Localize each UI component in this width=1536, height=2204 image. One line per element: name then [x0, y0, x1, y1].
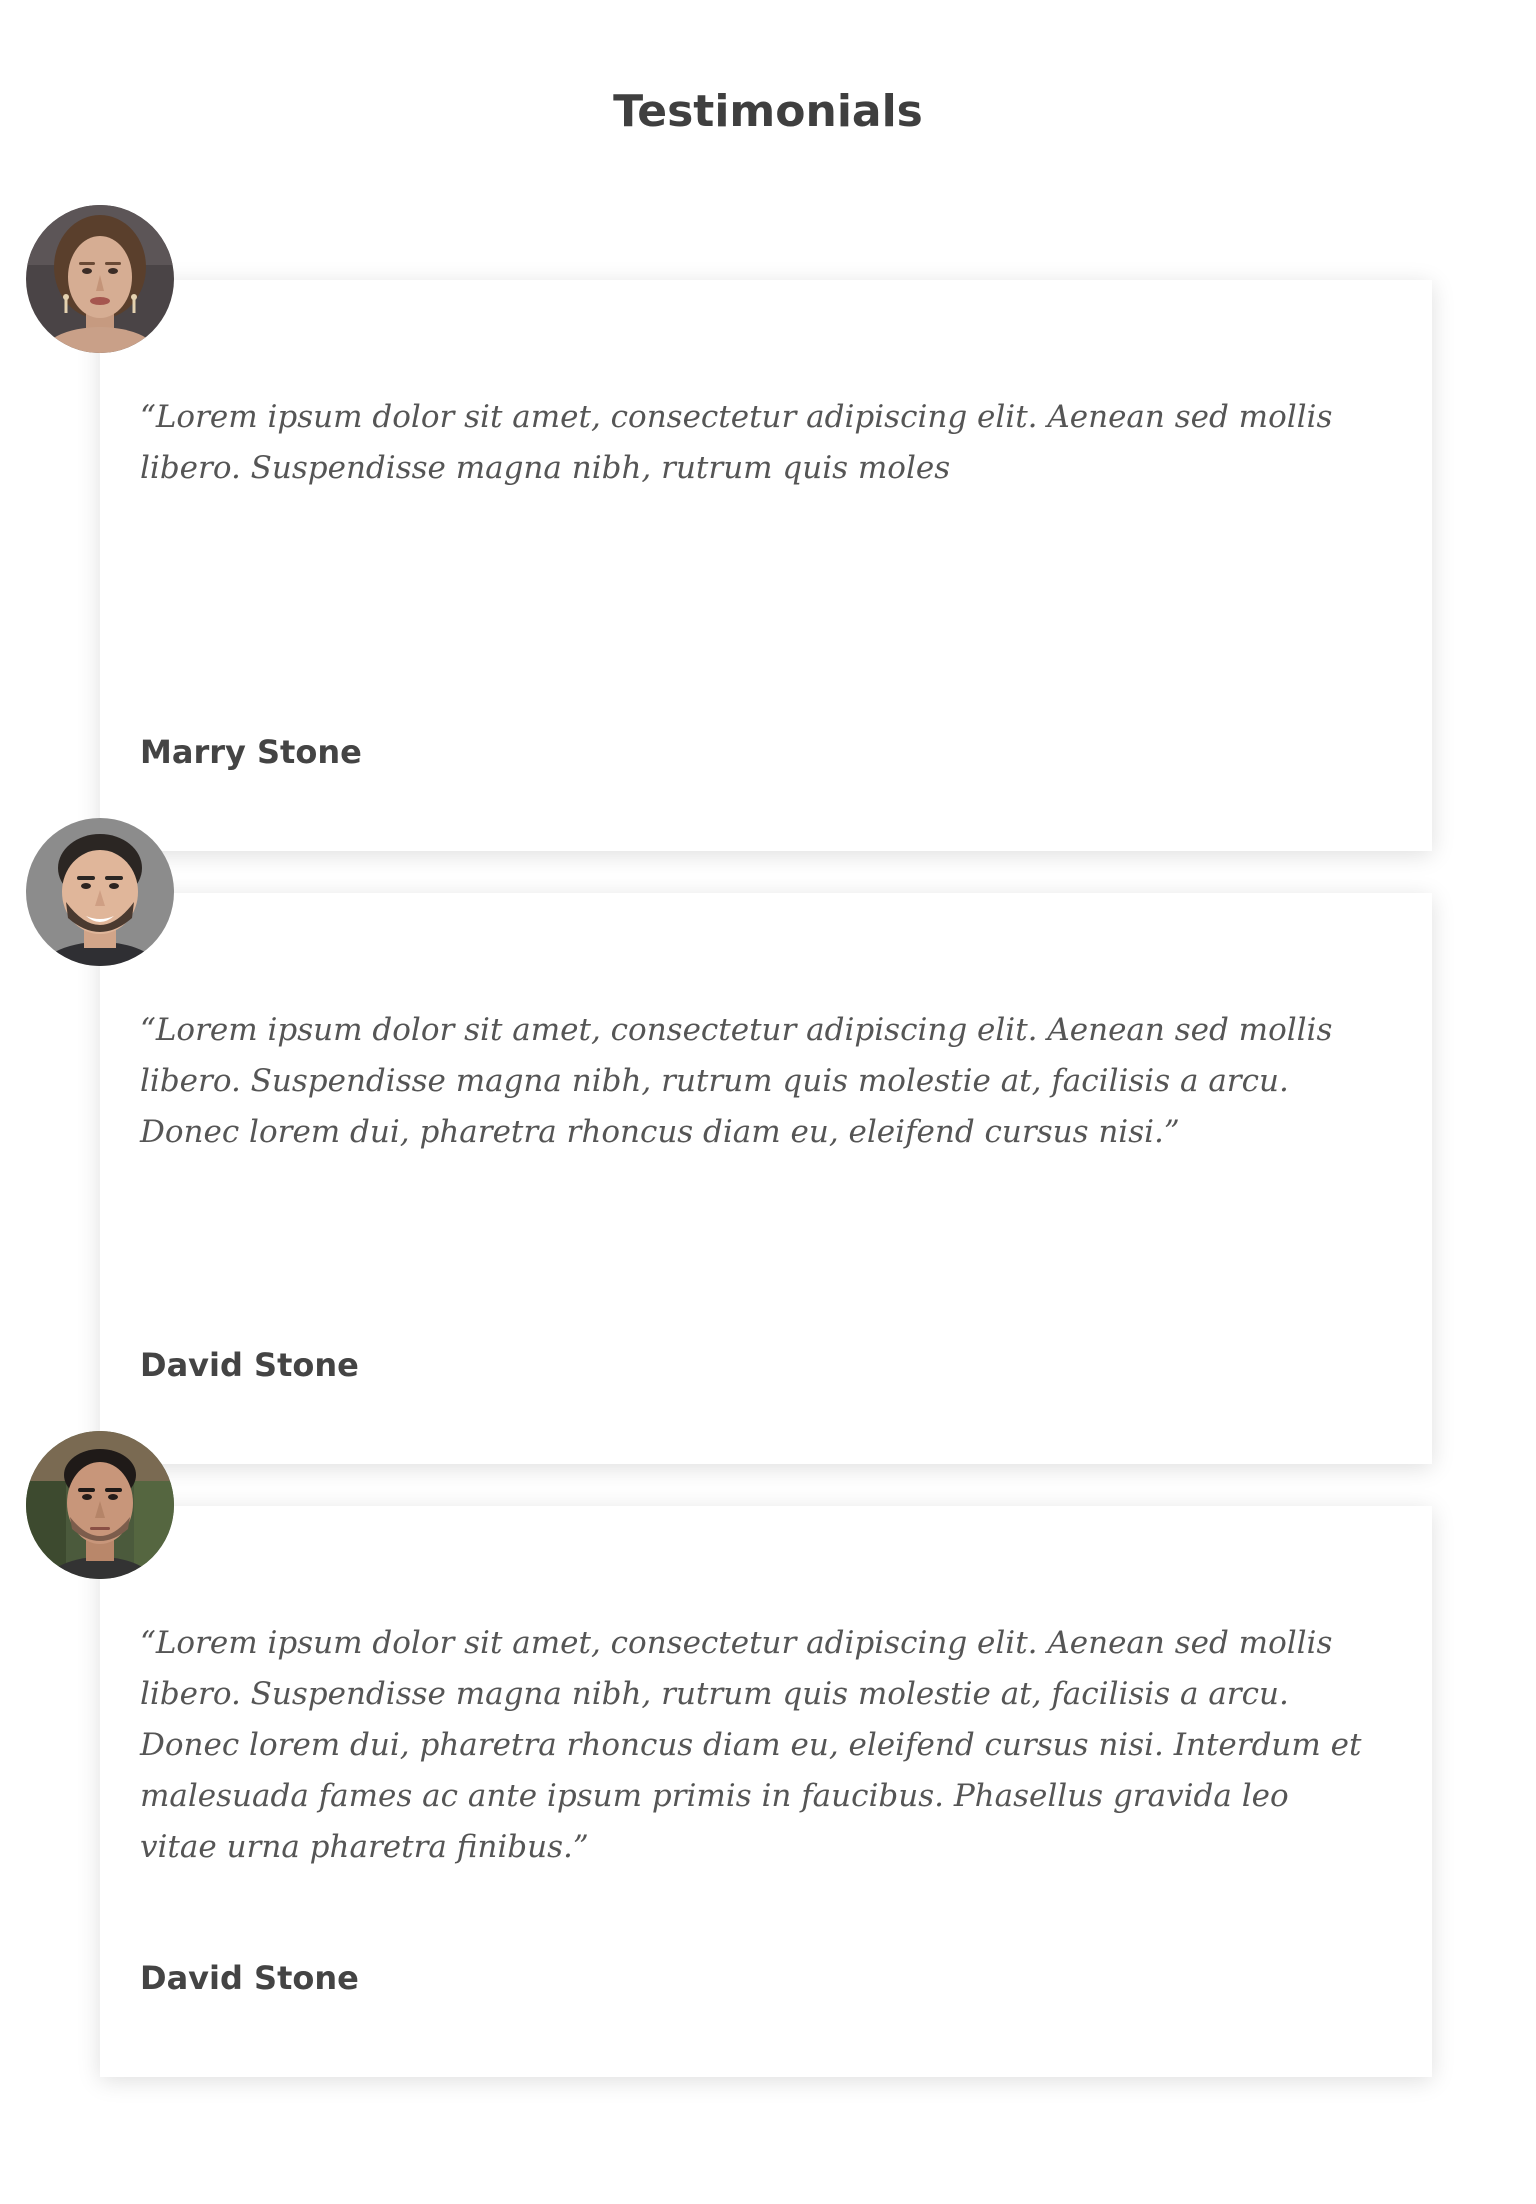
testimonial-author: David Stone: [140, 1346, 359, 1384]
avatar: [26, 205, 174, 353]
testimonial-quote: “Lorem ipsum dolor sit amet, consectetur…: [140, 1012, 1333, 1150]
avatar: [26, 818, 174, 966]
section-title: Testimonials: [613, 86, 923, 137]
testimonial-card: “Lorem ipsum dolor sit amet, consectetur…: [100, 1506, 1432, 2077]
testimonial-author: Marry Stone: [140, 733, 362, 771]
testimonial-author: David Stone: [140, 1959, 359, 1997]
man-portrait-icon: [26, 1431, 174, 1579]
testimonial-card: “Lorem ipsum dolor sit amet, consectetur…: [100, 280, 1432, 851]
testimonial-quote: “Lorem ipsum dolor sit amet, consectetur…: [140, 399, 1333, 486]
avatar: [26, 1431, 174, 1579]
woman-portrait-icon: [26, 205, 174, 353]
man-portrait-icon: [26, 818, 174, 966]
testimonial-quote: “Lorem ipsum dolor sit amet, consectetur…: [140, 1625, 1362, 1865]
testimonial-card: “Lorem ipsum dolor sit amet, consectetur…: [100, 893, 1432, 1464]
